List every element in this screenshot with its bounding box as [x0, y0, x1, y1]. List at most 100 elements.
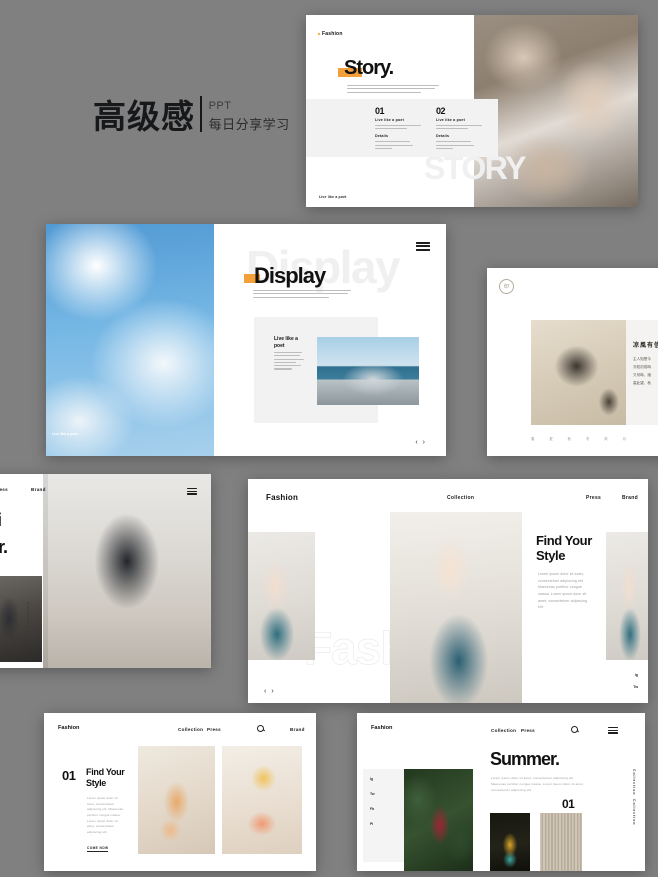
summer-right-vertical-label-2: Collection	[632, 799, 636, 826]
display-card-title: Live like a poet	[274, 336, 298, 349]
summer-right-thumb-1	[490, 813, 530, 871]
slide-display[interactable]: Live like a poet Display Display Live li…	[46, 224, 446, 456]
story-brand[interactable]: Fashion	[317, 31, 343, 37]
hamburger-icon[interactable]	[187, 488, 197, 495]
display-card-photo	[317, 337, 419, 405]
seal-stamp-icon: 印	[499, 279, 514, 294]
story-brand-label: Fashion	[322, 31, 343, 37]
fys-nav-brand[interactable]: Brand	[622, 495, 638, 501]
story-card-01-details: Details	[375, 134, 389, 139]
fys-social-tw[interactable]: Tw	[633, 681, 638, 693]
summer-left-hero-photo	[43, 474, 211, 668]
chevron-right-icon[interactable]: ›	[423, 439, 430, 446]
display-heading: Display	[254, 263, 326, 288]
story-card-01-title: Live like a poet	[375, 118, 404, 122]
ink-footer-nav[interactable]: 春 夏 秋 冬 风 月	[531, 436, 626, 441]
chevron-right-icon[interactable]: ›	[271, 688, 278, 695]
summer-right-thumb-2	[540, 813, 582, 871]
summer-left-heading-line1: si	[0, 511, 2, 529]
perfume-number: 01	[62, 768, 76, 783]
page-title-sub: 每日分享学习	[208, 118, 290, 133]
summer-right-social-fb[interactable]: Fb	[370, 802, 374, 817]
story-card-02[interactable]: 02 Live like a poet Details	[436, 106, 486, 151]
perfume-photo-left	[138, 746, 215, 854]
hamburger-icon[interactable]	[608, 727, 618, 734]
summer-right-brand[interactable]: Fashion	[371, 725, 392, 731]
fys-photo-center	[390, 512, 522, 703]
story-card-01-number: 01	[375, 106, 385, 116]
story-card-02-title: Live like a poet	[436, 118, 465, 122]
summer-left-vertical-label: Collection	[26, 602, 30, 629]
title-secondary-group: PPT 每日分享学习	[209, 100, 290, 133]
story-heading: Story.	[344, 57, 394, 79]
slide-story[interactable]: Fashion STORY Story. 01 Live like a poet…	[306, 15, 638, 207]
perfume-nav-press[interactable]: Press	[207, 727, 221, 732]
ink-footer-item[interactable]: 春	[531, 436, 534, 441]
summer-right-hero-photo	[404, 769, 473, 871]
summer-right-heading: Summer.	[490, 749, 560, 769]
chevron-left-icon[interactable]: ‹	[415, 439, 422, 446]
summer-right-nav-press[interactable]: Press	[521, 728, 535, 733]
slide-ink[interactable]: 印 凉風有信 主人知是今 亦知初成時 又何時，諸 高此望，秋 春 夏 秋 冬 风…	[487, 268, 658, 456]
slide-summer-left[interactable]: Press Brand si mer. Collection	[0, 474, 211, 668]
display-carousel-arrows[interactable]: ‹›	[415, 439, 430, 446]
search-icon[interactable]	[571, 726, 578, 733]
ink-footer-item[interactable]: 夏	[549, 436, 552, 441]
display-paragraph	[253, 290, 351, 300]
page-title: 高级感 PPT 每日分享学习	[93, 96, 290, 133]
search-icon[interactable]	[257, 725, 264, 732]
perfume-nav-brand[interactable]: Brand	[290, 727, 305, 732]
ink-heading: 凉風有信	[633, 342, 658, 349]
summer-left-thumb-photo	[0, 576, 42, 662]
fys-photo-right	[606, 532, 648, 660]
ink-footer-item[interactable]: 月	[623, 436, 626, 441]
perfume-heading-line2: Style	[86, 778, 107, 788]
slide-find-your-style[interactable]: Fashion Collection Press Brand Fashion F…	[248, 479, 648, 703]
story-footer-caption: Live like a poet	[319, 195, 347, 199]
fys-photo-left	[248, 532, 315, 660]
summer-right-social-ig[interactable]: Ig	[370, 772, 374, 787]
page-title-main: 高级感	[93, 97, 195, 136]
display-card-paragraph	[274, 352, 304, 372]
summer-right-body-text: Lorem ipsum dolor sit amet, consectetuer…	[491, 776, 584, 792]
perfume-cta-link[interactable]: COME NOW	[87, 846, 109, 852]
fys-nav-press[interactable]: Press	[586, 495, 601, 501]
summer-right-social-tw[interactable]: Tw	[370, 787, 374, 802]
perfume-body-text: Lorem ipsum dolor sit amet, consectetuer…	[87, 796, 124, 834]
ink-footer-item[interactable]: 冬	[586, 436, 589, 441]
title-divider	[200, 96, 202, 132]
page-title-ppt: PPT	[208, 99, 232, 112]
slide-perfume[interactable]: Fashion Collection Press Brand 01 Find Y…	[44, 713, 316, 871]
ink-poem: 主人知是今 亦知初成時 又何時，諸 高此望，秋	[633, 357, 651, 385]
story-card-01[interactable]: 01 Live like a poet Details	[375, 106, 425, 151]
fys-nav-collection[interactable]: Collection	[447, 495, 474, 501]
summer-left-heading-line2: mer.	[0, 537, 8, 557]
ink-eagle-photo	[531, 320, 626, 425]
summer-right-nav-collection[interactable]: Collection	[491, 728, 516, 733]
fys-heading-line2: Style	[536, 548, 566, 563]
ink-footer-item[interactable]: 风	[604, 436, 607, 441]
story-intro-paragraph	[347, 85, 439, 95]
perfume-nav-collection[interactable]: Collection	[178, 727, 203, 732]
summer-right-social-links[interactable]: Ig Tw Fb Pi	[370, 772, 374, 832]
perfume-photo-right	[222, 746, 302, 854]
slide-summer-right[interactable]: Fashion Collection Press Ig Tw Fb Pi Sum…	[357, 713, 645, 871]
summer-right-number: 01	[562, 797, 575, 811]
hamburger-icon[interactable]	[416, 242, 430, 251]
display-hero-caption: Live like a poet	[52, 432, 78, 436]
story-card-02-details: Details	[436, 134, 450, 139]
ink-footer-item[interactable]: 秋	[568, 436, 571, 441]
fys-social-links[interactable]: Ig Tw	[633, 669, 638, 693]
summer-right-vertical-label-1: Collection	[632, 769, 636, 796]
fys-social-ig[interactable]: Ig	[633, 669, 638, 681]
summer-left-nav-press[interactable]: Press	[0, 487, 8, 492]
poster-canvas: 高级感 PPT 每日分享学习 Fashion STORY Story. 01 L…	[0, 0, 658, 877]
fys-brand[interactable]: Fashion	[266, 493, 298, 502]
perfume-heading-line1: Find Your	[86, 767, 125, 777]
display-hero-photo	[46, 224, 214, 456]
fys-carousel-arrows[interactable]: ‹›	[264, 688, 279, 695]
summer-left-nav-brand[interactable]: Brand	[31, 487, 46, 492]
perfume-brand[interactable]: Fashion	[58, 725, 79, 731]
summer-right-social-pi[interactable]: Pi	[370, 817, 374, 832]
story-card-02-number: 02	[436, 106, 446, 116]
